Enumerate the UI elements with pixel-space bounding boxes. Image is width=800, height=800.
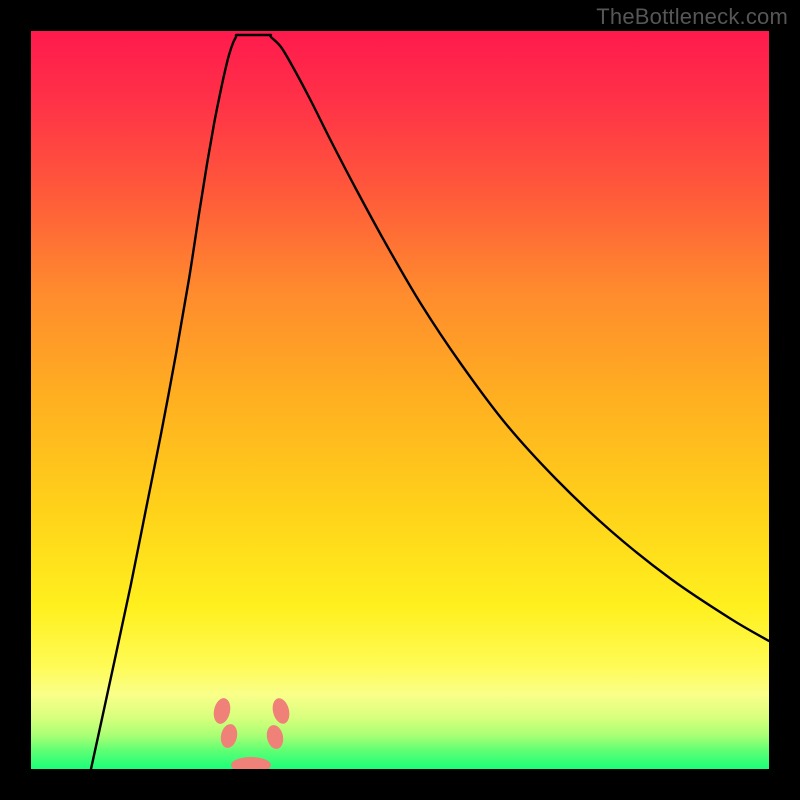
gradient-background <box>31 31 769 769</box>
watermark-text: TheBottleneck.com <box>596 4 788 30</box>
chart-svg <box>31 31 769 769</box>
chart-container: TheBottleneck.com <box>0 0 800 800</box>
plot-area <box>31 31 769 769</box>
